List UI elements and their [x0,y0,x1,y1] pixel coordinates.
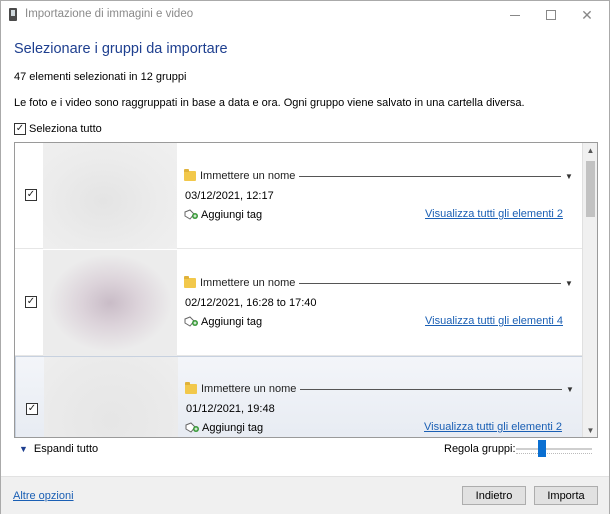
expand-all-label: Espandi tutto [33,443,99,455]
group-name-input[interactable]: Immettere un nome [200,277,295,289]
back-button[interactable]: Indietro [462,486,526,505]
tag-icon [185,422,199,433]
select-all-checkbox[interactable]: ✓ Seleziona tutto [14,123,102,135]
group-item[interactable]: ✓ Immettere un nome ▼ 03/12/2021, 12:17 … [15,143,583,249]
group-name-input[interactable]: Immettere un nome [201,383,296,395]
chevron-down-icon[interactable]: ▼ [565,279,573,288]
group-checkbox[interactable]: ✓ [25,296,37,308]
title-bar: Importazione di immagini e video ✕ [1,1,609,29]
app-icon [9,8,17,21]
page-title: Selezionare i gruppi da importare [14,41,228,57]
tag-icon [184,209,198,220]
groups-list[interactable]: ✓ Immettere un nome ▼ 03/12/2021, 12:17 … [14,142,598,438]
vertical-scrollbar[interactable]: ▲ ▼ [582,143,597,437]
group-checkbox[interactable]: ✓ [25,189,37,201]
maximize-icon [546,10,556,20]
description-text: Le foto e i video sono raggruppati in ba… [14,97,525,109]
folder-icon [185,382,197,394]
scroll-up-arrow-icon[interactable]: ▲ [583,143,597,157]
group-name-input[interactable]: Immettere un nome [200,170,295,182]
adjust-groups-slider-thumb[interactable] [538,440,546,457]
checkbox-checked-icon: ✓ [14,123,26,135]
more-options-link[interactable]: Altre opzioni [13,490,74,502]
group-thumbnail [44,357,178,437]
group-checkbox[interactable]: ✓ [26,403,38,415]
footer-bar: Altre opzioni Indietro Importa [1,476,609,514]
name-underline [300,389,562,390]
view-all-items-link[interactable]: Visualizza tutti gli elementi 2 [425,208,563,220]
selection-count: 47 elementi selezionati in 12 gruppi [14,71,187,83]
close-icon: ✕ [581,6,593,23]
chevron-down-icon[interactable]: ▼ [566,385,574,394]
group-item[interactable]: ✓ Immettere un nome ▼ 02/12/2021, 16:28 … [15,250,583,356]
slider-ticks [516,453,592,456]
chevron-down-icon[interactable]: ▼ [565,172,573,181]
adjust-groups-label: Regola gruppi: [444,443,516,455]
group-date: 01/12/2021, 19:48 [186,403,275,415]
group-date: 02/12/2021, 16:28 to 17:40 [185,297,317,309]
chevron-down-icon: ▼ [19,444,28,454]
group-thumbnail [43,250,177,356]
add-tag-link[interactable]: Aggiungi tag [201,316,262,328]
expand-all-button[interactable]: ▼ Espandi tutto [19,443,98,455]
folder-icon [184,169,196,181]
name-underline [299,176,561,177]
import-dialog: Importazione di immagini e video ✕ Selez… [0,0,610,514]
minimize-icon [510,14,520,16]
scroll-down-arrow-icon[interactable]: ▼ [583,423,597,437]
select-all-label: Seleziona tutto [29,123,102,135]
view-all-items-link[interactable]: Visualizza tutti gli elementi 4 [425,315,563,327]
scrollbar-thumb[interactable] [586,161,595,217]
group-item[interactable]: ✓ Immettere un nome ▼ 01/12/2021, 19:48 … [15,356,583,437]
name-underline [299,283,561,284]
import-button[interactable]: Importa [534,486,598,505]
adjust-groups-slider-track[interactable] [516,448,592,450]
tag-icon [184,316,198,327]
group-date: 03/12/2021, 12:17 [185,190,274,202]
add-tag-link[interactable]: Aggiungi tag [202,422,263,434]
add-tag-link[interactable]: Aggiungi tag [201,209,262,221]
group-thumbnail [43,143,177,249]
window-title: Importazione di immagini e video [25,8,194,20]
close-button[interactable]: ✕ [565,1,609,29]
folder-icon [184,276,196,288]
view-all-items-link[interactable]: Visualizza tutti gli elementi 2 [424,421,562,433]
